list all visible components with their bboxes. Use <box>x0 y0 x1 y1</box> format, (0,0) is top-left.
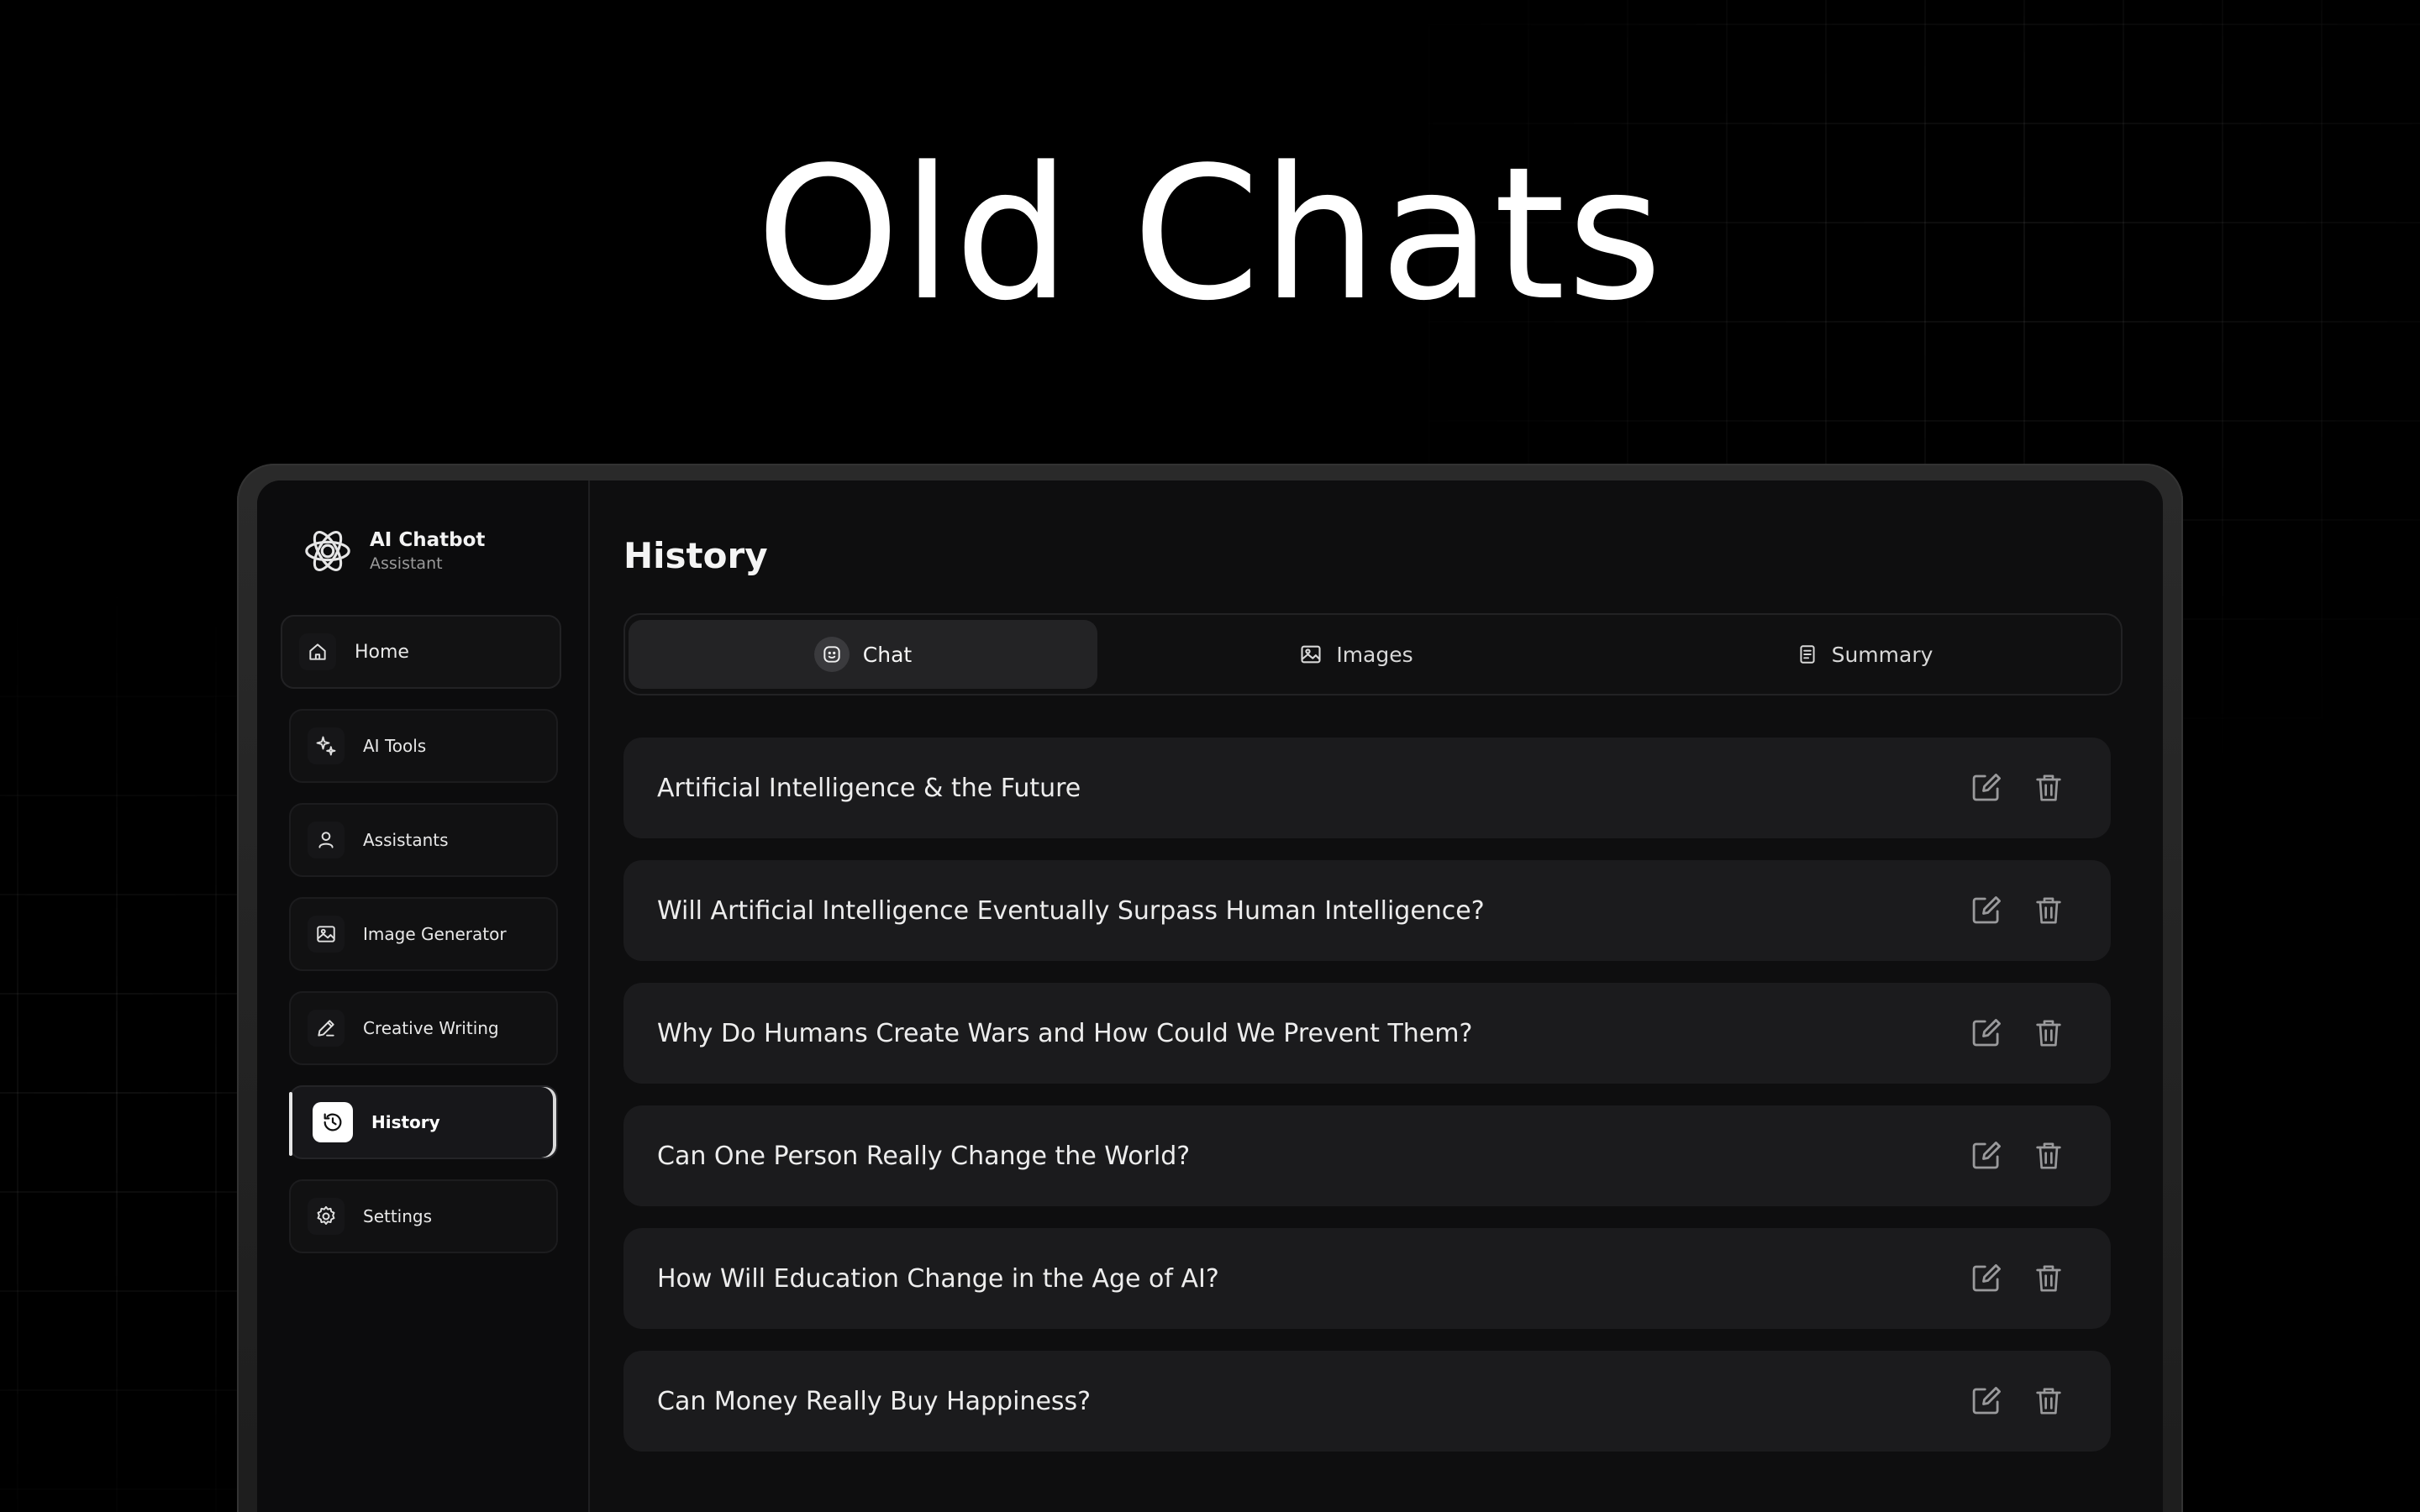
sparkles-icon <box>308 727 345 764</box>
sidebar-item-home[interactable]: Home <box>281 615 561 689</box>
page-title: History <box>623 535 768 576</box>
brand-text: AI Chatbot Assistant <box>370 528 485 575</box>
trash-icon[interactable] <box>2030 769 2067 806</box>
user-icon <box>308 822 345 858</box>
trash-icon[interactable] <box>2030 892 2067 929</box>
row-actions <box>1943 1260 2067 1297</box>
sidebar: AI Chatbot Assistant Home AI Tools Assis… <box>257 480 590 1512</box>
trash-icon[interactable] <box>2030 1383 2067 1420</box>
image-icon <box>1299 643 1323 666</box>
tab-label: Chat <box>862 642 913 667</box>
edit-icon[interactable] <box>1968 769 2005 806</box>
tab-summary[interactable]: Summary <box>1617 620 2112 689</box>
trash-icon[interactable] <box>2030 1015 2067 1052</box>
list-item[interactable]: Will Artificial Intelligence Eventually … <box>623 860 2111 961</box>
edit-icon[interactable] <box>1968 892 2005 929</box>
sidebar-item-label: Creative Writing <box>363 1018 499 1038</box>
tab-chat[interactable]: Chat <box>629 620 1097 689</box>
row-actions <box>1943 1137 2067 1174</box>
list-item[interactable]: Artificial Intelligence & the Future <box>623 738 2111 838</box>
sidebar-item-settings[interactable]: Settings <box>289 1179 558 1253</box>
document-icon <box>1797 643 1818 666</box>
row-actions <box>1943 769 2067 806</box>
chat-title: Can One Person Really Change the World? <box>657 1141 1191 1171</box>
sidebar-item-creative-writing[interactable]: Creative Writing <box>289 991 558 1065</box>
sidebar-item-label: Assistants <box>363 830 449 850</box>
brand[interactable]: AI Chatbot Assistant <box>301 524 485 578</box>
sidebar-item-image-generator[interactable]: Image Generator <box>289 897 558 971</box>
sidebar-item-ai-tools[interactable]: AI Tools <box>289 709 558 783</box>
list-item[interactable]: How Will Education Change in the Age of … <box>623 1228 2111 1329</box>
sidebar-item-history[interactable]: History <box>289 1085 558 1159</box>
sidebar-nav: Home AI Tools Assistants Image Generator… <box>281 615 566 1273</box>
gear-icon <box>308 1198 345 1235</box>
tab-images[interactable]: Images <box>1113 620 1600 689</box>
tab-bar: Chat Images Summary <box>623 613 2123 696</box>
home-icon <box>299 633 336 670</box>
chat-title: Artificial Intelligence & the Future <box>657 773 1081 803</box>
main-content: History Chat Images Summary Artificial I… <box>590 480 2163 1512</box>
app-screen: AI Chatbot Assistant Home AI Tools Assis… <box>257 480 2163 1512</box>
chat-face-icon <box>813 637 850 672</box>
sidebar-item-label: History <box>371 1112 440 1132</box>
list-item[interactable]: Can One Person Really Change the World? <box>623 1105 2111 1206</box>
row-actions <box>1943 892 2067 929</box>
tab-label: Summary <box>1831 642 1933 667</box>
chat-list: Artificial Intelligence & the Future Wil… <box>623 738 2111 1473</box>
hero-title: Old Chats <box>755 129 1665 341</box>
trash-icon[interactable] <box>2030 1137 2067 1174</box>
chat-title: Why Do Humans Create Wars and How Could … <box>657 1018 1473 1048</box>
sidebar-item-label: Settings <box>363 1206 433 1226</box>
image-icon <box>308 916 345 953</box>
edit-icon[interactable] <box>1968 1260 2005 1297</box>
row-actions <box>1943 1383 2067 1420</box>
openai-knot-icon <box>301 524 355 578</box>
sidebar-item-label: AI Tools <box>363 736 427 756</box>
edit-icon[interactable] <box>1968 1383 2005 1420</box>
tab-label: Images <box>1336 642 1413 667</box>
sidebar-item-label: Image Generator <box>363 924 507 944</box>
edit-icon[interactable] <box>1968 1137 2005 1174</box>
device-frame: AI Chatbot Assistant Home AI Tools Assis… <box>237 464 2183 1512</box>
sidebar-item-assistants[interactable]: Assistants <box>289 803 558 877</box>
edit-icon[interactable] <box>1968 1015 2005 1052</box>
list-item[interactable]: Can Money Really Buy Happiness? <box>623 1351 2111 1452</box>
stage: Old Chats AI Chatbot Assistant Home AI T… <box>0 0 2420 1512</box>
chat-title: Will Artificial Intelligence Eventually … <box>657 895 1485 926</box>
brand-title: AI Chatbot <box>370 529 486 551</box>
sidebar-item-label: Home <box>355 641 409 663</box>
brand-subtitle: Assistant <box>370 554 443 573</box>
trash-icon[interactable] <box>2030 1260 2067 1297</box>
pen-icon <box>308 1010 345 1047</box>
chat-title: How Will Education Change in the Age of … <box>657 1263 1219 1294</box>
chat-title: Can Money Really Buy Happiness? <box>657 1386 1092 1416</box>
row-actions <box>1943 1015 2067 1052</box>
list-item[interactable]: Why Do Humans Create Wars and How Could … <box>623 983 2111 1084</box>
history-icon <box>313 1102 353 1142</box>
